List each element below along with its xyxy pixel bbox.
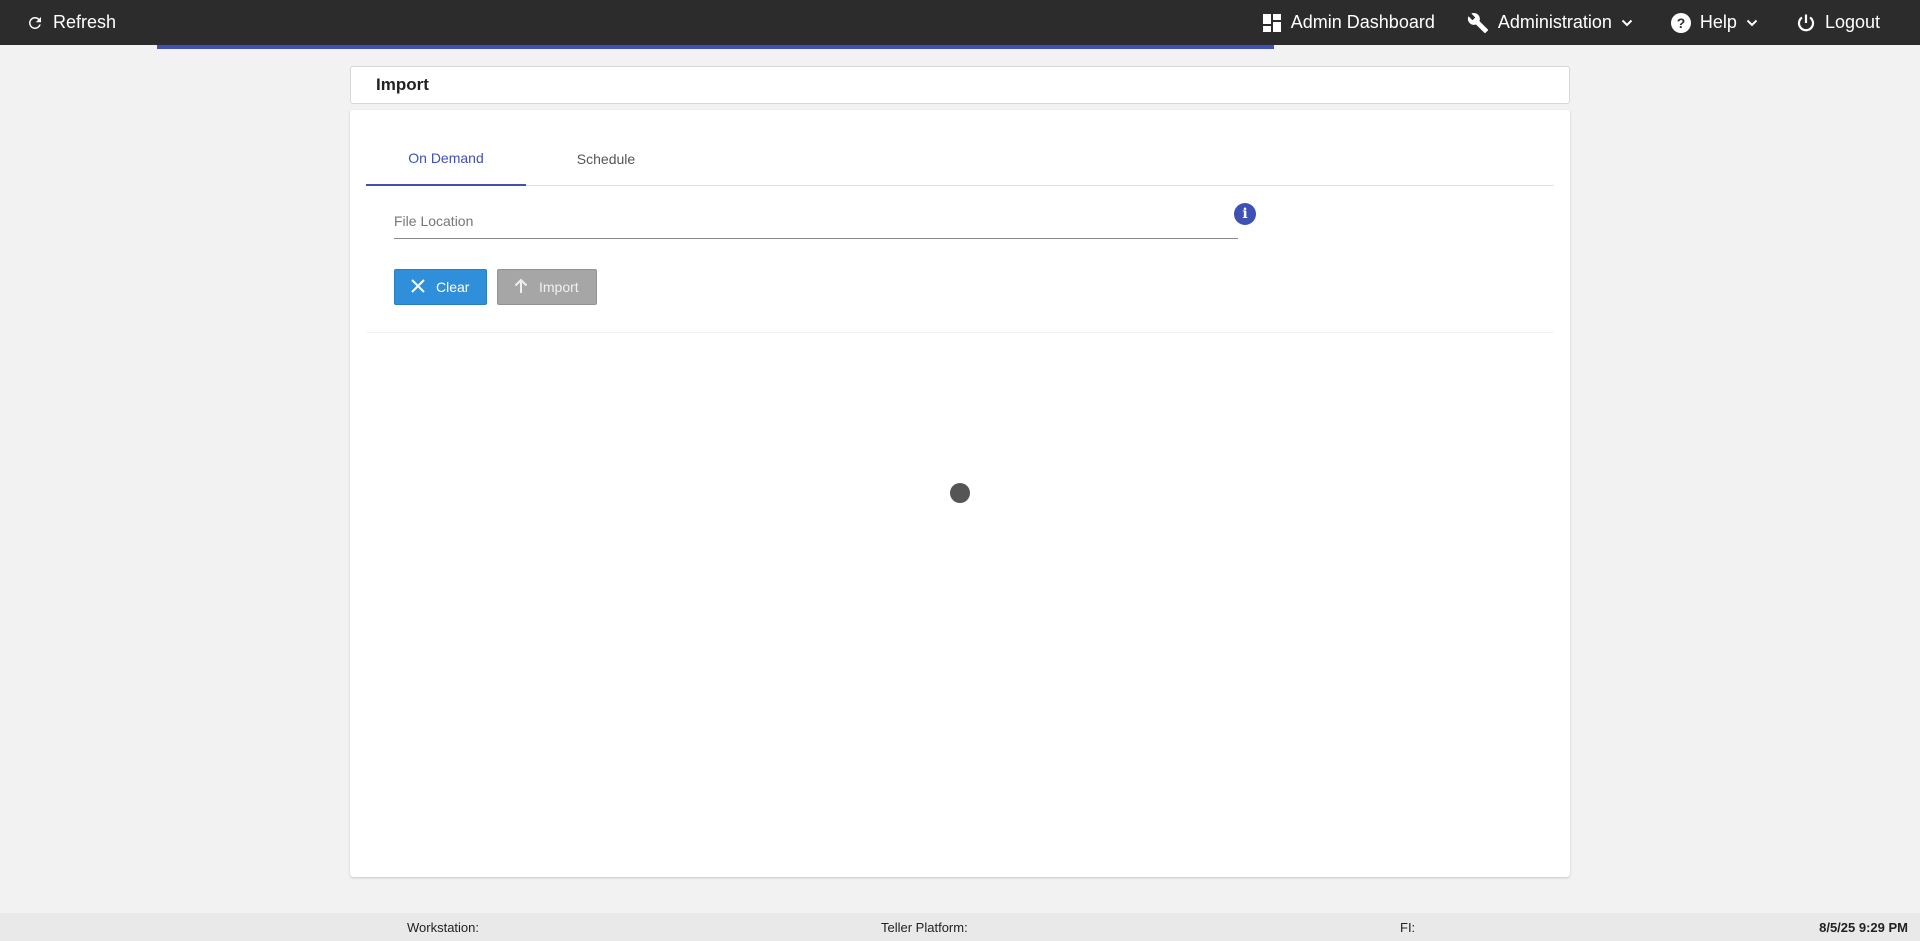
top-navigation-bar: Refresh Admin Dashboard Administration ?… (0, 0, 1920, 45)
tab-on-demand[interactable]: On Demand (366, 132, 526, 186)
help-label: Help (1699, 12, 1737, 32)
import-button[interactable]: Import (497, 269, 597, 305)
refresh-button[interactable]: Refresh (26, 0, 116, 45)
administration-menu[interactable]: Administration (1467, 0, 1633, 45)
clear-label: Clear (436, 279, 470, 295)
page-header: Import (350, 66, 1570, 104)
status-bar: Workstation: Teller Platform: FI: 8/5/25… (0, 913, 1920, 941)
power-icon (1796, 13, 1816, 33)
workstation-label: Workstation: (407, 920, 480, 935)
help-menu[interactable]: ? Help (1670, 0, 1758, 45)
right-navigation: Admin Dashboard Administration ? Help Lo… (1262, 0, 1920, 45)
page-title: Import (376, 75, 429, 94)
logout-label: Logout (1824, 12, 1880, 32)
file-location-field[interactable] (394, 203, 1238, 239)
help-icon: ? (1670, 12, 1691, 33)
chevron-down-icon (1621, 17, 1633, 29)
tab-bar: On Demand Schedule (366, 132, 1554, 186)
status-datetime: 8/5/25 9:29 PM (1819, 920, 1908, 935)
teller-platform-label: Teller Platform: (881, 920, 968, 935)
loading-progress-bar (157, 45, 1274, 49)
dashboard-icon (1262, 13, 1282, 33)
loading-spinner (950, 483, 970, 503)
wrench-icon (1467, 12, 1489, 34)
chevron-down-icon (1746, 17, 1758, 29)
refresh-icon (26, 14, 44, 32)
import-label: Import (539, 279, 579, 295)
import-panel: On Demand Schedule i Clear Import (350, 110, 1570, 877)
clear-button[interactable]: Clear (394, 269, 487, 305)
refresh-label: Refresh (53, 12, 117, 32)
fi-label: FI: (1400, 920, 1416, 935)
info-icon[interactable]: i (1234, 203, 1256, 225)
arrow-up-icon (513, 278, 529, 297)
tab-schedule[interactable]: Schedule (526, 132, 686, 186)
admin-dashboard-label: Admin Dashboard (1290, 12, 1435, 32)
logout-button[interactable]: Logout (1796, 0, 1880, 45)
close-icon (410, 278, 426, 297)
svg-text:?: ? (1677, 15, 1686, 31)
administration-label: Administration (1497, 12, 1612, 32)
file-location-input[interactable] (394, 203, 1238, 238)
section-divider (366, 332, 1554, 333)
admin-dashboard-button[interactable]: Admin Dashboard (1262, 0, 1435, 45)
